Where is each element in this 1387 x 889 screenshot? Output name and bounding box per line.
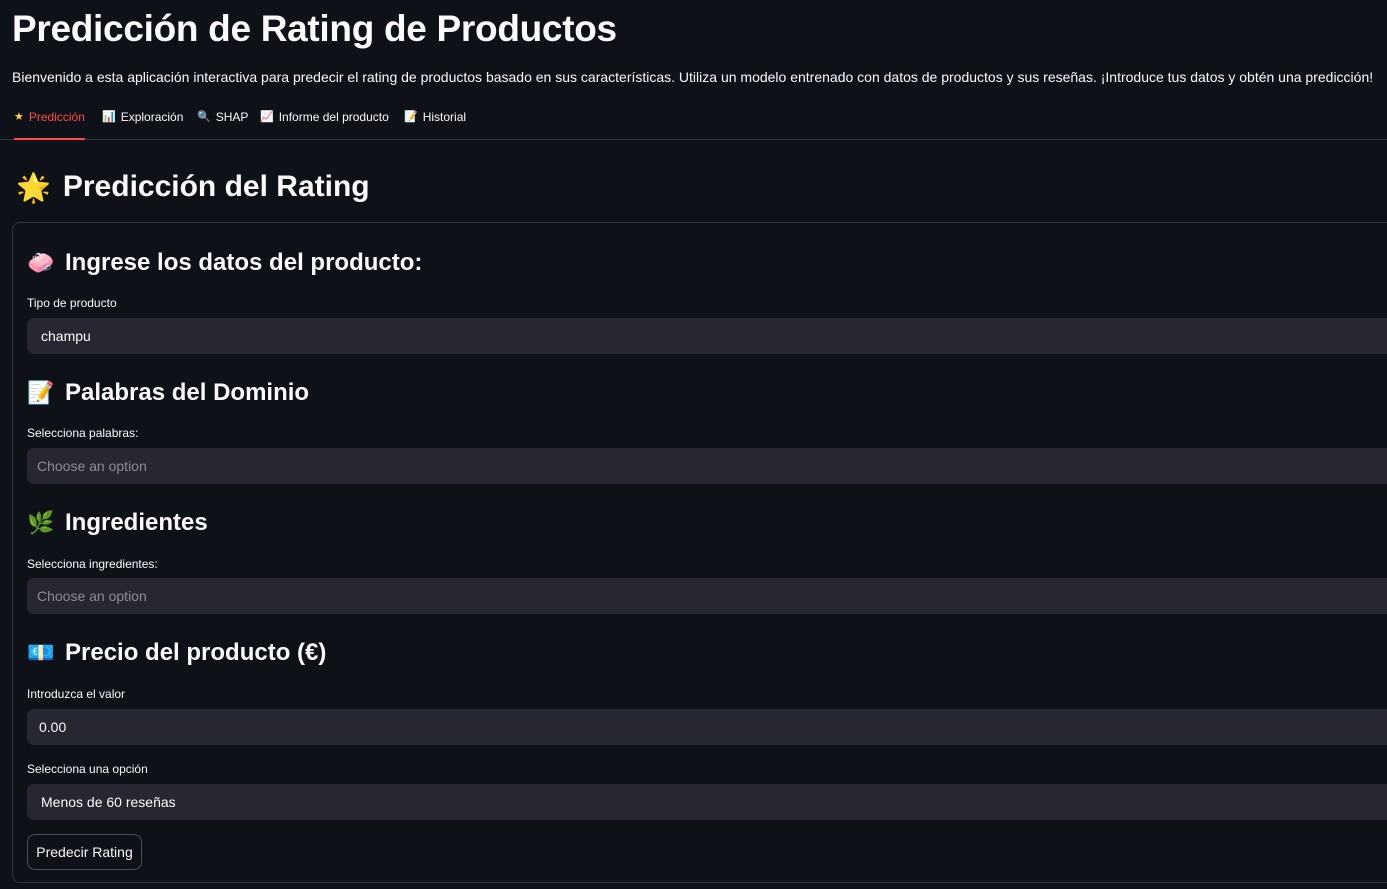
price-heading-text: Precio del producto (€): [65, 639, 327, 666]
euro-banknote-icon: 💶: [27, 640, 55, 665]
tab-informe-del-producto[interactable]: 📈 Informe del producto: [260, 110, 389, 140]
words-heading: 📝 Palabras del Dominio: [27, 379, 309, 407]
app-page: Predicción de Rating de Productos Bienve…: [0, 0, 1387, 889]
tab-exploracion[interactable]: 📊 Exploración: [102, 110, 183, 140]
section-title: 🌟 Predicción del Rating: [16, 170, 370, 204]
magnifier-icon: 🔍: [197, 111, 211, 123]
tab-label: Historial: [422, 110, 467, 124]
reviews-select[interactable]: Menos de 60 reseñas: [27, 784, 1387, 820]
star-icon: ★: [14, 111, 24, 123]
herb-icon: 🌿: [27, 510, 55, 535]
tab-label: Exploración: [120, 110, 184, 124]
product-type-select[interactable]: champu: [27, 318, 1387, 354]
tab-shap[interactable]: 🔍 SHAP: [197, 110, 248, 140]
price-input[interactable]: 0.00: [27, 709, 1387, 745]
soap-icon: 🧼: [27, 250, 55, 275]
line-chart-icon: 📈: [260, 111, 274, 123]
glowing-star-icon: 🌟: [16, 171, 51, 203]
price-heading: 💶 Precio del producto (€): [27, 639, 326, 667]
product-type-label: Tipo de producto: [27, 296, 117, 310]
ingredients-heading: 🌿 Ingredientes: [27, 509, 208, 537]
price-label: Introduzca el valor: [27, 687, 126, 701]
ingredients-multiselect[interactable]: Choose an option: [27, 578, 1387, 614]
predict-rating-button[interactable]: Predecir Rating: [27, 834, 142, 870]
reviews-label: Selecciona una opción: [27, 762, 148, 776]
memo-icon: 📝: [404, 111, 418, 123]
ingredients-heading-text: Ingredientes: [65, 509, 208, 536]
words-multiselect[interactable]: Choose an option: [27, 448, 1387, 484]
tab-historial[interactable]: 📝 Historial: [404, 110, 466, 140]
tab-label: SHAP: [215, 110, 249, 124]
words-heading-text: Palabras del Dominio: [65, 379, 310, 406]
ingredients-label: Selecciona ingredientes:: [27, 557, 158, 571]
intro-text: Bienvenido a esta aplicación interactiva…: [12, 69, 1374, 85]
memo-icon: 📝: [27, 380, 55, 405]
words-label: Selecciona palabras:: [27, 426, 139, 440]
tab-prediccion[interactable]: ★ Predicción: [14, 110, 85, 140]
tab-label: Informe del producto: [278, 110, 389, 124]
bar-chart-icon: 📊: [102, 111, 116, 123]
prediction-form: 🧼 Ingrese los datos del producto: Tipo d…: [12, 222, 1387, 883]
product-heading: 🧼 Ingrese los datos del producto:: [27, 249, 422, 277]
section-title-text: Predicción del Rating: [62, 170, 370, 203]
tab-label: Predicción: [28, 110, 85, 124]
page-title: Predicción de Rating de Productos: [12, 8, 617, 49]
tab-bar: ★ Predicción 📊 Exploración 🔍 SHAP 📈 Info…: [0, 104, 1387, 140]
product-heading-text: Ingrese los datos del producto:: [65, 249, 423, 276]
